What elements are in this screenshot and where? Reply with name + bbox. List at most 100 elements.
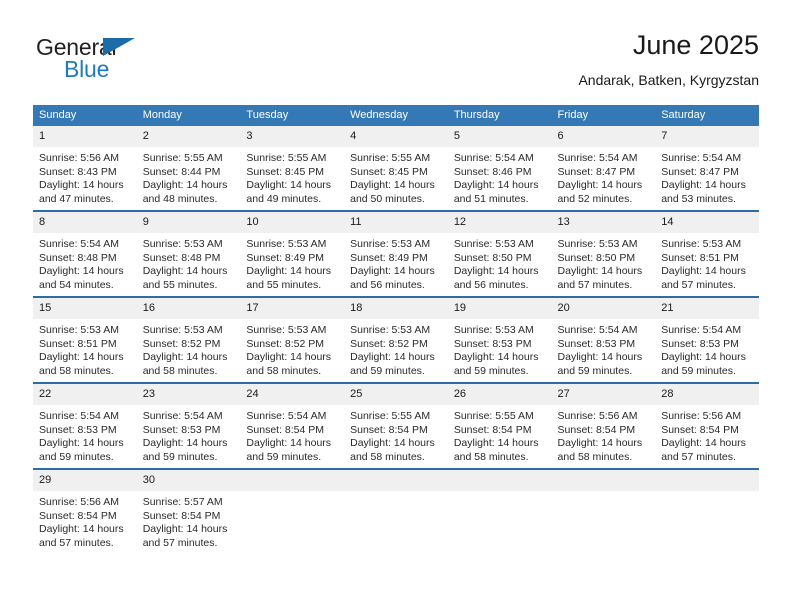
page-subtitle: Andarak, Batken, Kyrgyzstan	[578, 72, 759, 88]
calendar-day-cell[interactable]: 16 Sunrise: 5:53 AM Sunset: 8:52 PM Dayligh…	[136, 296, 241, 383]
calendar-day-cell[interactable]: 11 Sunrise: 5:53 AM Sunset: 8:49 PM Dayligh…	[344, 210, 448, 297]
sunset-time: Sunset: 8:51 PM	[661, 251, 739, 264]
calendar-day-cell[interactable]: 5 Sunrise: 5:54 AM Sunset: 8:46 PM Daylight…	[447, 126, 552, 211]
calendar-day-cell[interactable]: 6 Sunrise: 5:54 AM Sunset: 8:47 PM Daylight…	[551, 126, 656, 211]
sunset-time: Sunset: 8:47 PM	[661, 165, 739, 178]
day-details	[448, 491, 552, 496]
calendar-day-cell[interactable]: 1 Sunrise: 5:56 AM Sunset: 8:43 PM Daylight…	[33, 126, 137, 211]
day-cell-inner: 13 Sunrise: 5:53 AM Sunset: 8:50 PM Dayligh…	[551, 212, 656, 296]
sunset-time: Sunset: 8:54 PM	[39, 509, 117, 522]
calendar-day-cell[interactable]: 8 Sunrise: 5:54 AM Sunset: 8:48 PM Daylight…	[33, 210, 137, 297]
daylight-duration-line2: and 58 minutes.	[39, 364, 114, 377]
sunrise-time: Sunrise: 5:53 AM	[142, 238, 223, 250]
daylight-duration-line2: and 53 minutes.	[661, 192, 736, 205]
day-cell-inner: 22 Sunrise: 5:54 AM Sunset: 8:53 PM Dayligh…	[33, 384, 137, 468]
sunset-time: Sunset: 8:54 PM	[246, 423, 325, 436]
sunset-time: Sunset: 8:54 PM	[350, 423, 428, 436]
calendar-table: Sunday Monday Tuesday Wednesday Thursday…	[33, 105, 759, 554]
day-details	[552, 491, 656, 496]
weekday-header-thursday: Thursday	[447, 105, 552, 126]
calendar-day-cell[interactable]: 15 Sunrise: 5:53 AM Sunset: 8:51 PM Dayligh…	[33, 296, 137, 383]
daylight-duration-line2: and 57 minutes.	[39, 536, 114, 549]
day-cell-inner: 30 Sunrise: 5:57 AM Sunset: 8:54 PM Dayligh…	[136, 470, 241, 554]
calendar-day-cell[interactable]: 2 Sunrise: 5:55 AM Sunset: 8:44 PM Daylight…	[136, 126, 241, 211]
calendar-day-cell[interactable]: 30 Sunrise: 5:57 AM Sunset: 8:54 PM Dayligh…	[136, 468, 241, 554]
daylight-duration-line2: and 58 minutes.	[350, 450, 425, 463]
day-number: 21	[655, 298, 759, 319]
day-details: Sunrise: 5:53 AM Sunset: 8:50 PM Daylight:…	[448, 233, 552, 292]
calendar-day-cell[interactable]: 27 Sunrise: 5:56 AM Sunset: 8:54 PM Dayligh…	[551, 382, 656, 469]
calendar-day-cell[interactable]: 14 Sunrise: 5:53 AM Sunset: 8:51 PM Dayligh…	[655, 210, 759, 297]
day-cell-inner: 1 Sunrise: 5:56 AM Sunset: 8:43 PM Daylight…	[33, 126, 137, 210]
general-blue-logo[interactable]: General Blue	[36, 34, 236, 90]
title-block: June 2025 Andarak, Batken, Kyrgyzstan	[578, 28, 759, 90]
calendar-day-cell[interactable]: 22 Sunrise: 5:54 AM Sunset: 8:53 PM Dayligh…	[33, 382, 137, 469]
calendar-day-cell[interactable]: 28 Sunrise: 5:56 AM Sunset: 8:54 PM Dayligh…	[655, 382, 759, 469]
calendar-day-cell-empty	[551, 468, 656, 554]
logo-triangle-icon	[103, 38, 135, 56]
calendar-day-cell[interactable]: 26 Sunrise: 5:55 AM Sunset: 8:54 PM Dayligh…	[447, 382, 552, 469]
calendar-day-cell[interactable]: 23 Sunrise: 5:54 AM Sunset: 8:53 PM Dayligh…	[136, 382, 241, 469]
day-number	[447, 470, 552, 491]
daylight-duration-line1: Daylight: 14 hours	[142, 179, 228, 192]
day-cell-inner: 21 Sunrise: 5:54 AM Sunset: 8:53 PM Dayligh…	[655, 298, 759, 382]
sunset-time: Sunset: 8:50 PM	[453, 251, 532, 264]
day-number: 5	[447, 126, 552, 147]
day-number: 15	[33, 298, 137, 319]
day-cell-inner: 25 Sunrise: 5:55 AM Sunset: 8:54 PM Dayligh…	[344, 384, 448, 468]
day-number: 30	[136, 470, 241, 491]
calendar-week-row: 22 Sunrise: 5:54 AM Sunset: 8:53 PM Dayligh…	[33, 382, 759, 469]
calendar-day-cell[interactable]: 29 Sunrise: 5:56 AM Sunset: 8:54 PM Dayligh…	[33, 468, 137, 554]
daylight-duration-line2: and 52 minutes.	[557, 192, 633, 205]
calendar-day-cell[interactable]: 10 Sunrise: 5:53 AM Sunset: 8:49 PM Dayligh…	[240, 210, 345, 297]
calendar-day-cell[interactable]: 25 Sunrise: 5:55 AM Sunset: 8:54 PM Dayligh…	[344, 382, 448, 469]
calendar-day-cell[interactable]: 13 Sunrise: 5:53 AM Sunset: 8:50 PM Dayligh…	[551, 210, 656, 297]
day-number: 18	[344, 298, 448, 319]
day-cell-inner: 5 Sunrise: 5:54 AM Sunset: 8:46 PM Daylight…	[447, 126, 552, 210]
weekday-header-tuesday: Tuesday	[240, 105, 345, 126]
day-details	[344, 491, 448, 496]
calendar-day-cell[interactable]: 18 Sunrise: 5:53 AM Sunset: 8:52 PM Dayligh…	[344, 296, 448, 383]
sunrise-time: Sunrise: 5:54 AM	[453, 152, 534, 164]
calendar-day-cell[interactable]: 3 Sunrise: 5:55 AM Sunset: 8:45 PM Daylight…	[240, 126, 345, 211]
sunset-time: Sunset: 8:48 PM	[142, 251, 221, 264]
sunset-time: Sunset: 8:54 PM	[142, 509, 221, 522]
day-number: 4	[344, 126, 448, 147]
day-cell-inner: 19 Sunrise: 5:53 AM Sunset: 8:53 PM Dayligh…	[447, 298, 552, 382]
calendar-day-cell-empty	[344, 468, 448, 554]
day-number: 26	[447, 384, 552, 405]
day-number: 22	[33, 384, 137, 405]
day-details: Sunrise: 5:55 AM Sunset: 8:54 PM Daylight:…	[448, 405, 552, 464]
day-details: Sunrise: 5:56 AM Sunset: 8:54 PM Daylight:…	[33, 491, 137, 550]
day-details	[655, 491, 759, 496]
calendar-day-cell[interactable]: 9 Sunrise: 5:53 AM Sunset: 8:48 PM Daylight…	[136, 210, 241, 297]
calendar-day-cell-empty	[240, 468, 345, 554]
calendar-day-cell[interactable]: 20 Sunrise: 5:54 AM Sunset: 8:53 PM Dayligh…	[551, 296, 656, 383]
calendar-day-cell[interactable]: 7 Sunrise: 5:54 AM Sunset: 8:47 PM Daylight…	[655, 126, 759, 211]
calendar-page: General Blue June 2025 Andarak, Batken, …	[0, 0, 792, 612]
daylight-duration-line1: Daylight: 14 hours	[557, 265, 643, 278]
day-cell-inner: 16 Sunrise: 5:53 AM Sunset: 8:52 PM Dayligh…	[136, 298, 241, 382]
day-number: 6	[551, 126, 656, 147]
calendar-day-cell[interactable]: 24 Sunrise: 5:54 AM Sunset: 8:54 PM Dayligh…	[240, 382, 345, 469]
calendar-day-cell-empty	[447, 468, 552, 554]
sunset-time: Sunset: 8:54 PM	[661, 423, 739, 436]
day-cell-inner: 6 Sunrise: 5:54 AM Sunset: 8:47 PM Daylight…	[551, 126, 656, 210]
sunset-time: Sunset: 8:51 PM	[39, 337, 117, 350]
calendar-day-cell[interactable]: 19 Sunrise: 5:53 AM Sunset: 8:53 PM Dayligh…	[447, 296, 552, 383]
calendar-day-cell[interactable]: 21 Sunrise: 5:54 AM Sunset: 8:53 PM Dayligh…	[655, 296, 759, 383]
daylight-duration-line2: and 59 minutes.	[350, 364, 425, 377]
day-number	[344, 470, 448, 491]
calendar-day-cell[interactable]: 17 Sunrise: 5:53 AM Sunset: 8:52 PM Dayligh…	[240, 296, 345, 383]
calendar-week-row: 15 Sunrise: 5:53 AM Sunset: 8:51 PM Dayligh…	[33, 296, 759, 383]
daylight-duration-line2: and 59 minutes.	[142, 450, 218, 463]
daylight-duration-line2: and 59 minutes.	[661, 364, 736, 377]
weekday-header-monday: Monday	[136, 105, 241, 126]
sunrise-time: Sunrise: 5:53 AM	[453, 324, 534, 336]
daylight-duration-line2: and 59 minutes.	[453, 364, 529, 377]
day-details: Sunrise: 5:56 AM Sunset: 8:54 PM Daylight:…	[552, 405, 656, 464]
calendar-day-cell[interactable]: 4 Sunrise: 5:55 AM Sunset: 8:45 PM Daylight…	[344, 126, 448, 211]
day-cell-inner: 15 Sunrise: 5:53 AM Sunset: 8:51 PM Dayligh…	[33, 298, 137, 382]
day-cell-inner: 29 Sunrise: 5:56 AM Sunset: 8:54 PM Dayligh…	[33, 470, 137, 554]
calendar-day-cell[interactable]: 12 Sunrise: 5:53 AM Sunset: 8:50 PM Dayligh…	[447, 210, 552, 297]
